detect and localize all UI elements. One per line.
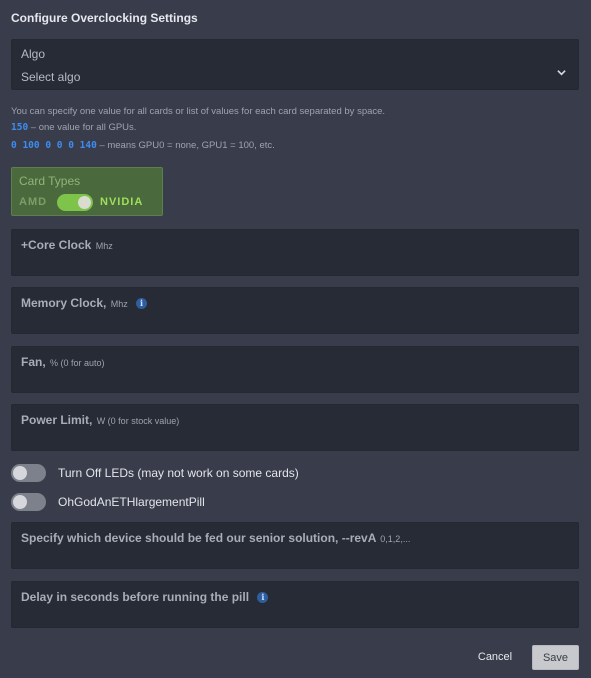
core-clock-label: +Core Clock Mhz	[21, 238, 113, 252]
help-example-list-code: 0 100 0 0 0 140	[11, 140, 97, 151]
core-clock-unit: Mhz	[95, 241, 113, 251]
algo-label: Algo	[21, 47, 46, 61]
rev-a-device-field[interactable]: Specify which device should be fed our s…	[11, 522, 579, 569]
help-example-single: 150 – one value for all GPUs.	[11, 122, 136, 133]
core-clock-label-text: +Core Clock	[21, 238, 92, 252]
algo-select[interactable]: Algo Select algo	[11, 39, 579, 90]
help-example-single-code: 150	[11, 122, 29, 133]
save-button[interactable]: Save	[532, 645, 579, 670]
memory-clock-label: Memory Clock, Mhz i	[21, 296, 148, 310]
turn-off-leds-toggle[interactable]	[11, 464, 46, 482]
ethlargement-pill-toggle-knob	[13, 495, 27, 509]
memory-clock-unit: Mhz	[110, 299, 128, 309]
fan-unit: % (0 for auto)	[50, 358, 105, 368]
card-type-nvidia-label[interactable]: NVIDIA	[100, 196, 143, 208]
pill-delay-field[interactable]: Delay in seconds before running the pill…	[11, 581, 579, 628]
card-type-amd-label[interactable]: AMD	[19, 196, 47, 208]
chevron-down-icon	[557, 70, 566, 76]
power-limit-unit: W (0 for stock value)	[96, 416, 180, 426]
power-limit-label: Power Limit, W (0 for stock value)	[21, 413, 179, 427]
cancel-button[interactable]: Cancel	[468, 645, 522, 670]
memory-clock-label-text: Memory Clock,	[21, 296, 107, 310]
fan-label-text: Fan,	[21, 355, 46, 369]
pill-delay-label-text: Delay in seconds before running the pill	[21, 590, 250, 604]
rev-a-device-unit: 0,1,2,...	[380, 534, 411, 544]
fan-field[interactable]: Fan, % (0 for auto)	[11, 346, 579, 393]
power-limit-field[interactable]: Power Limit, W (0 for stock value)	[11, 404, 579, 451]
info-icon[interactable]: i	[136, 298, 148, 310]
turn-off-leds-toggle-knob	[13, 466, 27, 480]
card-type-toggle[interactable]	[57, 194, 93, 211]
ethlargement-pill-toggle[interactable]	[11, 493, 46, 511]
ethlargement-pill-label: OhGodAnETHlargementPill	[58, 495, 205, 509]
dialog-title: Configure Overclocking Settings	[11, 11, 198, 25]
card-type-toggle-knob	[78, 196, 91, 209]
rev-a-device-label: Specify which device should be fed our s…	[21, 531, 410, 545]
help-example-list: 0 100 0 0 0 140 – means GPU0 = none, GPU…	[11, 140, 275, 151]
info-icon[interactable]: i	[257, 592, 269, 604]
turn-off-leds-label: Turn Off LEDs (may not work on some card…	[58, 466, 299, 480]
pill-delay-label: Delay in seconds before running the pill…	[21, 590, 269, 604]
rev-a-device-label-text: Specify which device should be fed our s…	[21, 531, 376, 545]
help-example-list-text: – means GPU0 = none, GPU1 = 100, etc.	[96, 140, 275, 151]
core-clock-field[interactable]: +Core Clock Mhz	[11, 229, 579, 276]
help-example-single-text: – one value for all GPUs.	[28, 122, 137, 133]
fan-label: Fan, % (0 for auto)	[21, 355, 105, 369]
memory-clock-field[interactable]: Memory Clock, Mhz i	[11, 287, 579, 334]
power-limit-label-text: Power Limit,	[21, 413, 93, 427]
algo-selected-value: Select algo	[21, 70, 81, 84]
help-text-general: You can specify one value for all cards …	[11, 106, 386, 117]
card-types-panel: Card Types AMD NVIDIA	[11, 167, 163, 216]
card-types-label: Card Types	[19, 174, 81, 188]
